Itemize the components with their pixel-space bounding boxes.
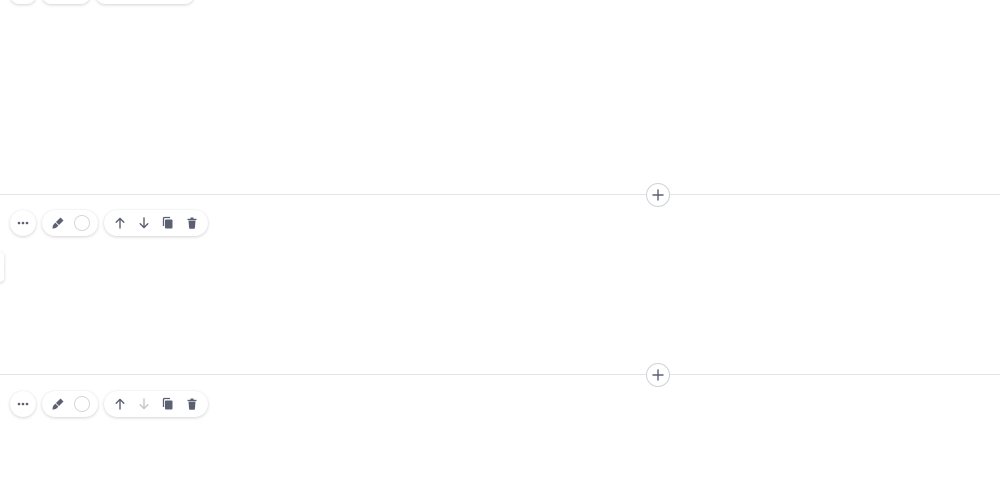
duplicate-button[interactable] [158,394,178,414]
color-swatch [74,215,90,231]
section-actions-pill [104,210,208,236]
resize-handle[interactable] [0,252,4,282]
style-button[interactable] [48,213,68,233]
section-actions-pill [104,391,208,417]
section-toolbar [10,391,208,417]
delete-button[interactable] [182,213,202,233]
style-button[interactable] [48,394,68,414]
previous-section-toolbar [10,0,194,4]
plus-icon [652,189,664,201]
copy-icon [162,216,173,229]
style-controls-pill [42,210,98,236]
arrow-down-icon [139,398,149,410]
arrow-up-icon [115,398,125,410]
section-divider [0,194,1000,195]
duplicate-button[interactable] [158,213,178,233]
move-down-button[interactable] [134,394,154,414]
previous-more-pill[interactable] [10,0,36,4]
arrow-down-icon [139,217,149,229]
previous-actions-pill[interactable] [96,0,194,4]
paint-brush-icon [52,398,64,410]
move-up-button[interactable] [110,394,130,414]
paint-brush-icon [52,217,64,229]
section-divider [0,374,1000,375]
more-options-button[interactable] [10,391,36,417]
style-controls-pill [42,391,98,417]
color-swatch [74,396,90,412]
section-toolbar [10,210,208,236]
more-options-button[interactable] [10,210,36,236]
copy-icon [162,397,173,410]
add-section-button[interactable] [646,363,670,387]
plus-icon [652,369,664,381]
trash-icon [187,217,197,229]
more-horizontal-icon [17,402,29,406]
move-down-button[interactable] [134,213,154,233]
add-section-button[interactable] [646,183,670,207]
delete-button[interactable] [182,394,202,414]
color-picker-button[interactable] [72,394,92,414]
previous-style-pill[interactable] [42,0,90,4]
color-picker-button[interactable] [72,213,92,233]
more-horizontal-icon [17,221,29,225]
arrow-up-icon [115,217,125,229]
trash-icon [187,398,197,410]
page-builder-canvas [0,0,1000,495]
move-up-button[interactable] [110,213,130,233]
